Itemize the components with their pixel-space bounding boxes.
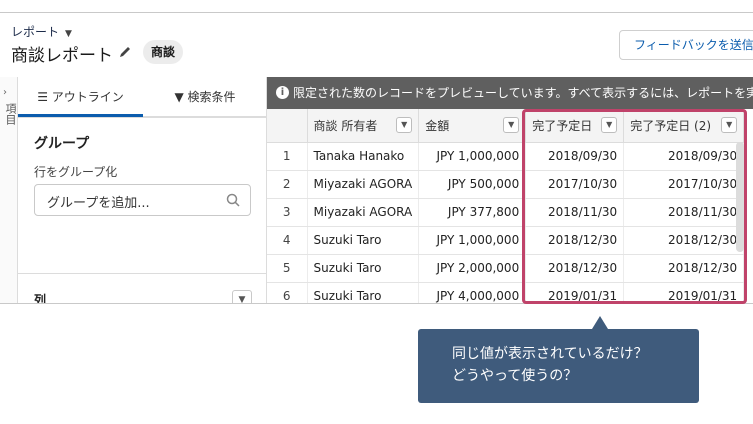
- breadcrumb-label: レポート: [11, 25, 60, 39]
- tab-outline-label: アウトライン: [51, 90, 124, 104]
- amount-cell: JPY 1,000,000: [418, 226, 527, 255]
- date-columns-highlight: [522, 109, 747, 304]
- column-header-owner[interactable]: 商談 所有者 ▼: [307, 109, 420, 143]
- column-header-amount[interactable]: 金額 ▼: [418, 109, 527, 143]
- breadcrumb[interactable]: レポート ▼: [11, 23, 72, 40]
- column-menu-icon[interactable]: ▼: [396, 117, 413, 133]
- row-number-header: [267, 109, 308, 143]
- divider: [18, 273, 267, 274]
- row-number: 2: [267, 170, 308, 199]
- outline-panel: ☰ アウトライン ▼ 検索条件 グループ 行をグループ化 グループを追加... …: [18, 77, 267, 304]
- owner-cell: Miyazaki AGORA: [307, 198, 420, 227]
- column-header-label: 商談 所有者: [313, 118, 378, 133]
- list-icon: ☰: [37, 90, 52, 104]
- column-header-label: 金額: [425, 118, 450, 133]
- search-icon: [226, 193, 240, 207]
- owner-cell: Tanaka Hanako: [307, 142, 420, 171]
- owner-cell: Miyazaki AGORA: [307, 170, 420, 199]
- report-header: レポート ▼ 商談レポート 商談 フィードバックを送信: [0, 13, 753, 77]
- group-section-title: グループ: [34, 136, 90, 152]
- tab-filters-label: 検索条件: [187, 90, 236, 104]
- owner-cell: Suzuki Taro: [307, 226, 420, 255]
- columns-menu-button[interactable]: ▼: [232, 290, 252, 303]
- row-number: 5: [267, 254, 308, 283]
- owner-cell: Suzuki Taro: [307, 254, 420, 283]
- amount-cell: JPY 1,000,000: [418, 142, 527, 171]
- divider: [18, 117, 267, 118]
- callout-box: 同じ値が表示されているだけ？ どうやって使うの？: [418, 329, 699, 403]
- owner-cell: Suzuki Taro: [307, 282, 420, 303]
- amount-cell: JPY 500,000: [418, 170, 527, 199]
- preview-banner-text: 限定された数のレコードをプレビューしています。すべて表示するには、レポートを実行…: [293, 86, 753, 100]
- row-number: 3: [267, 198, 308, 227]
- pencil-icon[interactable]: [118, 45, 132, 59]
- add-group-placeholder: グループを追加...: [47, 196, 150, 211]
- filter-icon: ▼: [174, 90, 188, 104]
- callout-line-2: どうやって使うの？: [452, 368, 578, 384]
- chevron-down-icon[interactable]: ▼: [65, 29, 72, 39]
- tab-filters[interactable]: ▼ 検索条件: [143, 77, 267, 117]
- callout-line-1: 同じ値が表示されているだけ？: [452, 346, 648, 362]
- fields-rail[interactable]: › 項目: [0, 77, 18, 303]
- report-type-badge: 商談: [143, 40, 184, 64]
- column-menu-icon[interactable]: ▼: [503, 117, 520, 133]
- callout-pointer: [592, 316, 608, 329]
- tab-outline[interactable]: ☰ アウトライン: [18, 77, 143, 117]
- feedback-button[interactable]: フィードバックを送信: [619, 30, 753, 60]
- amount-cell: JPY 2,000,000: [418, 254, 527, 283]
- info-icon: i: [276, 86, 289, 99]
- chevron-right-icon[interactable]: ›: [3, 87, 7, 98]
- columns-section-title: 列: [34, 293, 47, 304]
- preview-banner: i 限定された数のレコードをプレビューしています。すべて表示するには、レポートを…: [267, 77, 753, 109]
- row-number: 4: [267, 226, 308, 255]
- page-title: 商談レポート: [11, 46, 113, 66]
- amount-cell: JPY 4,000,000: [418, 282, 527, 303]
- rail-label: 項目: [4, 103, 17, 125]
- group-rows-label: 行をグループ化: [34, 165, 118, 179]
- add-group-input[interactable]: グループを追加...: [34, 184, 251, 216]
- amount-cell: JPY 377,800: [418, 198, 527, 227]
- row-number: 1: [267, 142, 308, 171]
- row-number: 6: [267, 282, 308, 303]
